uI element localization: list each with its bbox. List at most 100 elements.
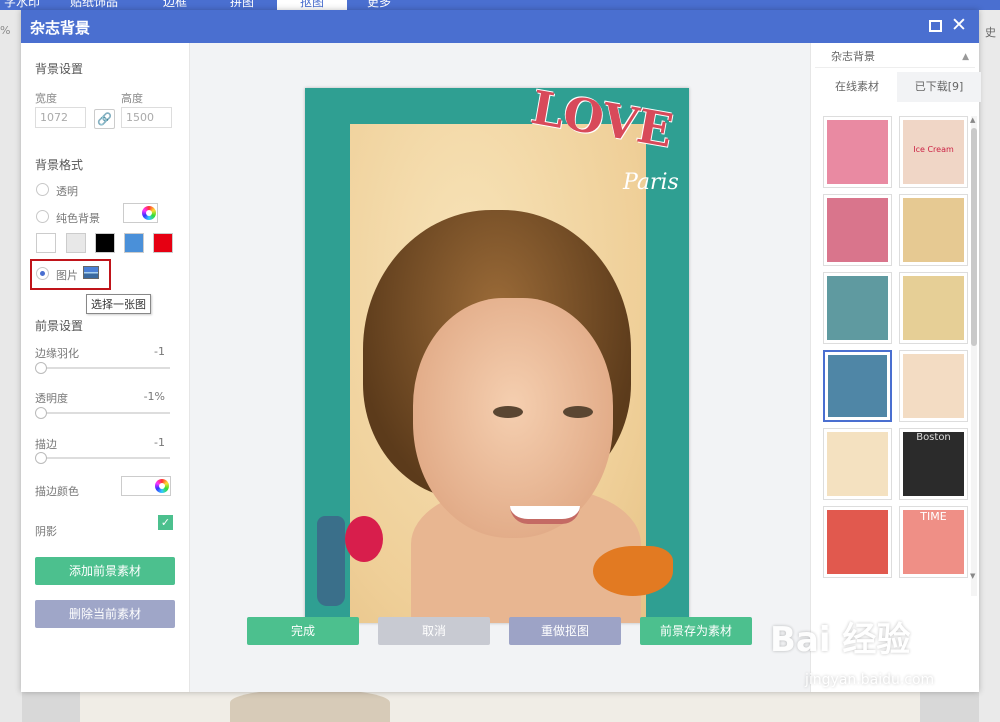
material-panel: 杂志背景 ▲ 在线素材 已下载[9] Ice Cream Boston TIME… [811,43,981,692]
add-foreground-button[interactable]: 添加前景素材 [35,557,175,585]
thumbnail-image: TIME [903,510,964,574]
color-wheel-icon [142,206,156,220]
radio-image[interactable] [36,267,49,280]
tab-downloaded[interactable]: 已下载[9] [897,72,981,102]
bg-tab-more[interactable]: 更多 [367,0,391,10]
swatch-red[interactable] [153,233,173,253]
thumbnail-image [903,198,964,262]
radio-image-label: 图片 [56,269,78,282]
thumbnail-10[interactable]: Boston [899,428,968,500]
bg-style-title: 背景格式 [35,158,84,172]
category-select[interactable]: 杂志背景 ▲ [815,46,975,68]
opacity-label: 透明度 [35,392,68,405]
image-picker-icon[interactable] [83,266,99,279]
width-input[interactable]: 1072 [35,107,86,128]
thumbnail-12[interactable]: TIME [899,506,968,578]
thumbnail-1[interactable] [823,116,892,188]
radio-transparent-label: 透明 [56,185,78,198]
face-shape [413,298,613,538]
stroke-slider-track[interactable] [35,457,170,459]
radio-transparent[interactable] [36,183,49,196]
bg-tab-border[interactable]: 边框 [163,0,187,10]
tab-online[interactable]: 在线素材 [815,72,899,102]
bg-tab-stickers[interactable]: 贴纸饰品 [70,0,118,10]
height-label: 高度 [121,92,143,105]
thumbnail-2[interactable]: Ice Cream [899,116,968,188]
bird-decoration [593,546,673,596]
height-input[interactable]: 1500 [121,107,172,128]
close-icon[interactable]: ✕ [951,16,967,35]
bg-right-text: 史 [985,26,996,39]
feather-slider-track[interactable] [35,367,170,369]
solid-color-picker[interactable] [123,203,158,223]
magazine-background-dialog: 杂志背景 ✕ 背景设置 宽度 高度 1072 🔗 1500 背景格式 透明 纯色… [21,10,981,692]
mouth [510,506,580,524]
radio-solid-label: 纯色背景 [56,212,100,225]
feather-slider-thumb[interactable] [35,362,47,374]
swatch-white[interactable] [36,233,56,253]
category-select-value: 杂志背景 [831,50,875,63]
scroll-down-icon[interactable]: ▼ [970,572,975,580]
bg-tab-collage[interactable]: 拼图 [230,0,254,10]
glass-decoration [345,516,383,562]
link-ratio-icon[interactable]: 🔗 [94,109,115,129]
bg-left-text: % [0,24,11,37]
thumbnail-image [903,276,964,340]
thumbnail-image [827,432,888,496]
thumbnail-image: Boston [903,432,964,496]
bg-tab-watermark[interactable]: 字水印 [4,0,40,10]
thumbnail-6[interactable] [899,272,968,344]
thumbnail-9[interactable] [823,428,892,500]
stroke-color-picker[interactable] [121,476,171,496]
thumbnail-8[interactable] [899,350,968,422]
delete-foreground-button[interactable]: 删除当前素材 [35,600,175,628]
scroll-thumb[interactable] [971,128,977,346]
dialog-title: 杂志背景 [30,19,91,37]
done-button[interactable]: 完成 [247,617,359,645]
redo-cutout-button[interactable]: 重做抠图 [509,617,621,645]
thumbnail-7[interactable] [823,350,892,422]
opacity-slider-track[interactable] [35,412,170,414]
thumbnail-11[interactable] [823,506,892,578]
thumbnail-grid: Ice Cream Boston TIME [823,116,969,586]
feather-value: -1 [154,345,165,358]
background-right-strip: 史 [979,10,1000,722]
paris-text: Paris [623,170,679,195]
thumbnail-scrollbar[interactable]: ▲ ▼ [970,116,977,596]
background-photo-strip [80,690,920,722]
baidu-watermark-url: jingyan.baidu.com [805,672,935,688]
preview-image[interactable]: LOVE Paris [305,88,689,623]
thumbnail-image [827,276,888,340]
shadow-checkbox[interactable]: ✓ [158,515,173,530]
right-eye [563,406,593,418]
swatch-blue[interactable] [124,233,144,253]
width-label: 宽度 [35,92,57,105]
stroke-label: 描边 [35,438,57,451]
scroll-up-icon[interactable]: ▲ [970,116,975,124]
radio-solid[interactable] [36,210,49,223]
swatch-black[interactable] [95,233,115,253]
baidu-watermark: Bai 经验 [770,620,911,660]
opacity-slider-thumb[interactable] [35,407,47,419]
background-left-strip: % [0,10,22,722]
bg-settings-title: 背景设置 [35,62,84,76]
select-arrow-icon: ▲ [962,52,969,62]
swatch-light-gray[interactable] [66,233,86,253]
feather-label: 边缘羽化 [35,347,79,360]
thumbnail-5[interactable] [823,272,892,344]
bg-tab-cutout[interactable]: 抠图 [277,0,347,10]
stroke-slider-thumb[interactable] [35,452,47,464]
cancel-button[interactable]: 取消 [378,617,490,645]
shadow-label: 阴影 [35,525,57,538]
thumbnail-image [827,510,888,574]
thumbnail-3[interactable] [823,194,892,266]
bottle-decoration [317,516,345,606]
settings-panel: 背景设置 宽度 高度 1072 🔗 1500 背景格式 透明 纯色背景 图片 选… [21,43,189,692]
maximize-icon[interactable] [929,20,942,32]
opacity-value: -1% [143,390,165,403]
save-foreground-button[interactable]: 前景存为素材 [640,617,752,645]
stroke-color-label: 描边颜色 [35,485,79,498]
thumbnail-image [903,354,964,418]
left-eye [493,406,523,418]
thumbnail-4[interactable] [899,194,968,266]
